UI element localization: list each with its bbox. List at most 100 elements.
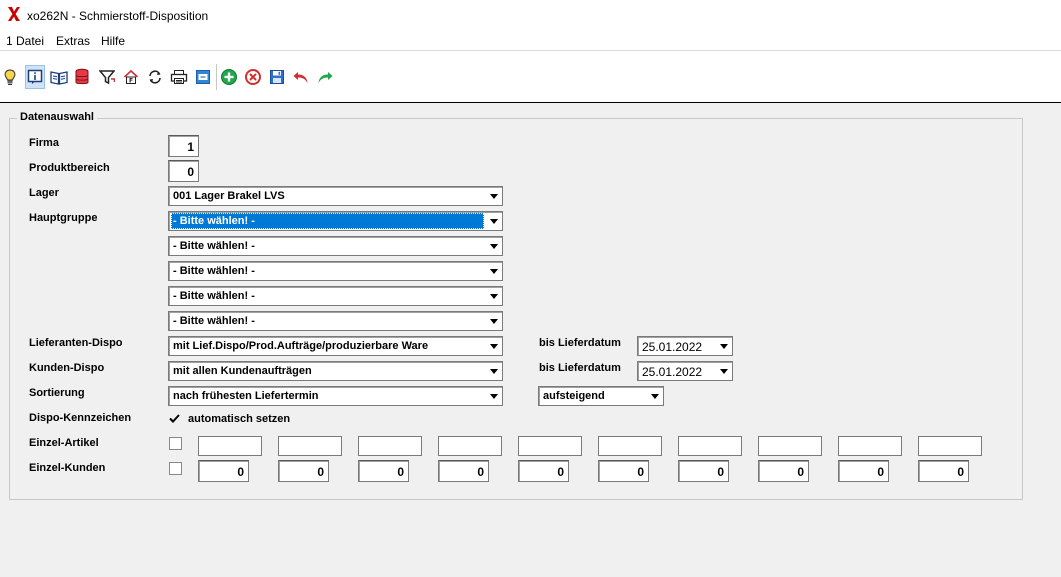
einzel-kunden-input-1[interactable]: 0 xyxy=(198,460,249,482)
chevron-down-icon[interactable] xyxy=(486,313,501,329)
menu-hilfe[interactable]: Hilfe xyxy=(101,34,125,48)
redo-icon[interactable] xyxy=(315,65,335,89)
chevron-down-icon[interactable] xyxy=(486,263,501,279)
hauptgruppe-value-5: - Bitte wählen! - xyxy=(173,315,255,327)
hauptgruppe-value-1: - Bitte wählen! - xyxy=(171,213,484,229)
einzel-kunden-input-7[interactable]: 0 xyxy=(678,460,729,482)
chevron-down-icon[interactable] xyxy=(486,288,501,304)
hauptgruppe-value-4: - Bitte wählen! - xyxy=(173,290,255,302)
checkmark-icon xyxy=(169,414,180,423)
chevron-down-icon[interactable] xyxy=(486,338,501,354)
chevron-down-icon[interactable] xyxy=(716,363,731,379)
label-lager: Lager xyxy=(29,187,59,199)
lieferdatum-1-picker[interactable]: 25.01.2022 xyxy=(637,336,733,356)
lager-value: 001 Lager Brakel LVS xyxy=(173,190,285,202)
einzel-kunden-input-6[interactable]: 0 xyxy=(598,460,649,482)
einzel-artikel-input-9[interactable] xyxy=(838,436,902,456)
einzel-artikel-input-4[interactable] xyxy=(438,436,502,456)
produktbereich-input[interactable]: 0 xyxy=(168,160,199,182)
label-bis-lieferdatum-2: bis Lieferdatum xyxy=(539,362,621,374)
label-einzel-kunden: Einzel-Kunden xyxy=(29,462,106,474)
window-title: xo262N - Schmierstoff-Disposition xyxy=(27,9,209,23)
dispo-kennzeichen-label: automatisch setzen xyxy=(188,413,291,425)
hauptgruppe-value-3: - Bitte wählen! - xyxy=(173,265,255,277)
dispo-kennzeichen-checkbox[interactable] xyxy=(168,412,181,425)
toolbar-separator xyxy=(216,64,217,90)
einzel-kunden-input-8[interactable]: 0 xyxy=(758,460,809,482)
label-produktbereich: Produktbereich xyxy=(29,162,110,174)
sortierung-value: nach frühesten Liefertermin xyxy=(173,390,319,402)
einzel-artikel-input-5[interactable] xyxy=(518,436,582,456)
chevron-down-icon[interactable] xyxy=(486,363,501,379)
label-bis-lieferdatum-1: bis Lieferdatum xyxy=(539,337,621,349)
filter-icon[interactable] xyxy=(97,65,117,89)
lieferdatum-2-value: 25.01.2022 xyxy=(642,365,703,379)
einzel-artikel-input-7[interactable] xyxy=(678,436,742,456)
menu-extras[interactable]: Extras xyxy=(56,34,90,48)
einzel-artikel-input-6[interactable] xyxy=(598,436,662,456)
sortierung-select[interactable]: nach frühesten Liefertermin xyxy=(168,386,503,406)
label-sortierung: Sortierung xyxy=(29,387,85,399)
einzel-kunden-input-9[interactable]: 0 xyxy=(838,460,889,482)
menu-datei[interactable]: 1 Datei xyxy=(6,34,44,48)
kunden-dispo-value: mit allen Kundenaufträgen xyxy=(173,365,312,377)
hauptgruppe-select-3[interactable]: - Bitte wählen! - xyxy=(168,261,503,281)
kunden-dispo-select[interactable]: mit allen Kundenaufträgen xyxy=(168,361,503,381)
einzel-artikel-checkbox[interactable] xyxy=(169,437,182,450)
einzel-kunden-input-10[interactable]: 0 xyxy=(918,460,969,482)
chevron-down-icon[interactable] xyxy=(486,188,501,204)
label-dispo-kennzeichen: Dispo-Kennzeichen xyxy=(29,412,132,424)
chevron-down-icon[interactable] xyxy=(486,213,501,229)
label-lieferanten-dispo: Lieferanten-Dispo xyxy=(29,337,123,349)
svg-text:F: F xyxy=(129,78,133,85)
chevron-down-icon[interactable] xyxy=(486,388,501,404)
hauptgruppe-select-4[interactable]: - Bitte wählen! - xyxy=(168,286,503,306)
lieferanten-dispo-value: mit Lief.Dispo/Prod.Aufträge/produzierba… xyxy=(173,340,429,352)
hauptgruppe-select-5[interactable]: - Bitte wählen! - xyxy=(168,311,503,331)
add-icon[interactable] xyxy=(219,65,239,89)
einzel-kunden-checkbox[interactable] xyxy=(169,462,182,475)
lieferdatum-1-value: 25.01.2022 xyxy=(642,340,703,354)
toolbar: F xyxy=(0,51,1061,103)
einzel-artikel-input-8[interactable] xyxy=(758,436,822,456)
chevron-down-icon[interactable] xyxy=(647,388,662,404)
app-logo-icon xyxy=(8,7,20,21)
hauptgruppe-select-1[interactable]: - Bitte wählen! - xyxy=(168,211,503,231)
lager-select[interactable]: 001 Lager Brakel LVS xyxy=(168,186,503,206)
chevron-down-icon[interactable] xyxy=(486,238,501,254)
label-kunden-dispo: Kunden-Dispo xyxy=(29,362,105,374)
einzel-kunden-input-2[interactable]: 0 xyxy=(278,460,329,482)
einzel-artikel-input-10[interactable] xyxy=(918,436,982,456)
book-icon[interactable] xyxy=(49,65,69,89)
printer-icon[interactable] xyxy=(169,65,189,89)
home-icon[interactable]: F xyxy=(121,65,141,89)
delete-icon[interactable] xyxy=(243,65,263,89)
lieferdatum-2-picker[interactable]: 25.01.2022 xyxy=(637,361,733,381)
einzel-artikel-input-1[interactable] xyxy=(198,436,262,456)
chevron-down-icon[interactable] xyxy=(716,338,731,354)
label-firma: Firma xyxy=(29,137,59,149)
sort-order-select[interactable]: aufsteigend xyxy=(538,386,664,406)
window-icon[interactable] xyxy=(193,65,213,89)
einzel-artikel-input-2[interactable] xyxy=(278,436,342,456)
hauptgruppe-value-2: - Bitte wählen! - xyxy=(173,240,255,252)
einzel-kunden-input-5[interactable]: 0 xyxy=(518,460,569,482)
einzel-kunden-input-3[interactable]: 0 xyxy=(358,460,409,482)
title-bar: xo262N - Schmierstoff-Disposition xyxy=(0,0,1061,31)
undo-icon[interactable] xyxy=(291,65,311,89)
save-icon[interactable] xyxy=(267,65,287,89)
label-hauptgruppe: Hauptgruppe xyxy=(29,212,98,224)
lightbulb-icon[interactable] xyxy=(0,65,20,89)
refresh-icon[interactable] xyxy=(145,65,165,89)
lieferanten-dispo-select[interactable]: mit Lief.Dispo/Prod.Aufträge/produzierba… xyxy=(168,336,503,356)
menu-bar: 1 Datei Extras Hilfe xyxy=(0,31,1061,51)
sort-order-value: aufsteigend xyxy=(543,390,605,402)
label-einzel-artikel: Einzel-Artikel xyxy=(29,437,99,449)
info-icon[interactable] xyxy=(25,65,45,89)
einzel-kunden-input-4[interactable]: 0 xyxy=(438,460,489,482)
group-title: Datenauswahl xyxy=(17,111,97,123)
hauptgruppe-select-2[interactable]: - Bitte wählen! - xyxy=(168,236,503,256)
database-icon[interactable] xyxy=(72,65,92,89)
firma-input[interactable]: 1 xyxy=(168,135,199,157)
einzel-artikel-input-3[interactable] xyxy=(358,436,422,456)
